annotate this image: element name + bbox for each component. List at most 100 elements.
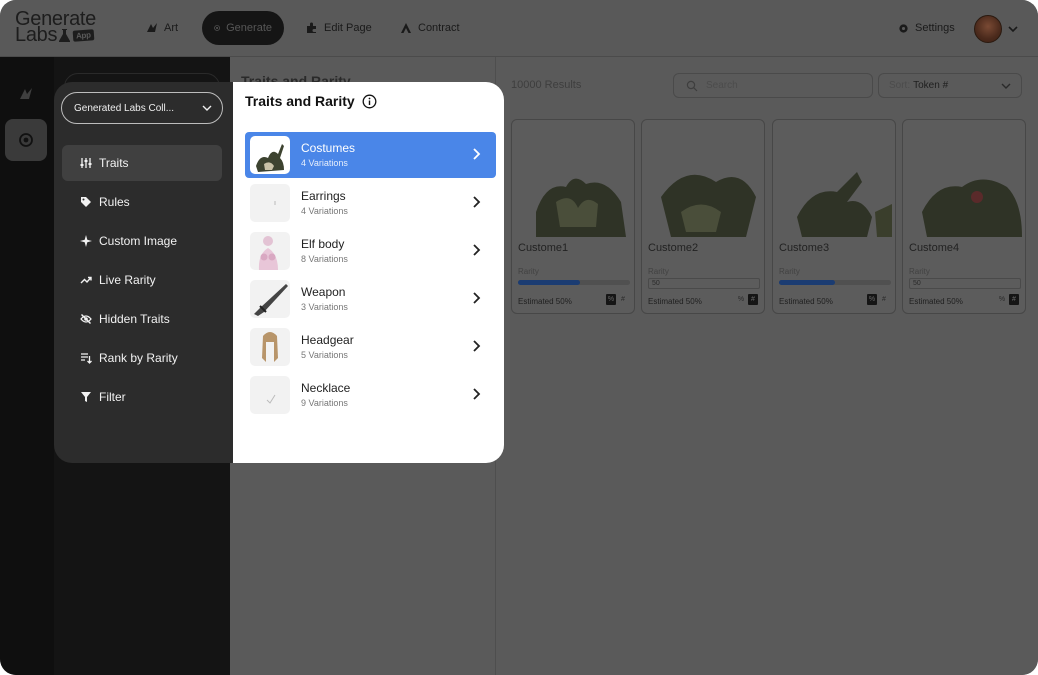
- rarity-input[interactable]: 50: [909, 278, 1021, 289]
- menu-item-traits[interactable]: Traits: [62, 145, 222, 181]
- menu-item-hidden-traits[interactable]: Hidden Traits: [62, 301, 222, 337]
- search-icon: [686, 80, 698, 91]
- menu-item-rules[interactable]: Rules: [62, 184, 222, 220]
- trait-row-elf-body[interactable]: Elf body 8 Variations: [245, 228, 496, 274]
- sliders-icon: [80, 158, 92, 168]
- armor-art: [922, 179, 1022, 237]
- sort-value: Token #: [913, 80, 949, 91]
- hash-toggle[interactable]: #: [618, 294, 628, 305]
- trait-name: Costumes: [301, 141, 356, 155]
- settings-label: Settings: [915, 22, 955, 34]
- nav-art[interactable]: Art: [134, 11, 190, 45]
- rail-generate-button[interactable]: [5, 119, 47, 161]
- rarity-slider[interactable]: [518, 280, 630, 285]
- top-header: Generate Labs App Art Generate Edit Page…: [0, 0, 1038, 57]
- gear-icon: [899, 23, 908, 33]
- card-name: Custome4: [909, 242, 960, 254]
- trait-variations: 9 Variations: [301, 398, 348, 408]
- puzzle-icon: [307, 22, 316, 33]
- necklace-thumb: [266, 394, 276, 404]
- percent-toggle[interactable]: %: [736, 294, 746, 305]
- trait-row-weapon[interactable]: Weapon 3 Variations: [245, 276, 496, 322]
- rail-art-button[interactable]: [5, 73, 47, 115]
- trait-row-necklace[interactable]: Necklace 9 Variations: [245, 372, 496, 418]
- traits-panel-title: Traits and Rarity: [245, 93, 377, 109]
- trait-name: Earrings: [301, 189, 346, 203]
- menu-item-label: Rules: [99, 195, 130, 209]
- nft-card[interactable]: Custome1 Rarity Estimated 50% % #: [511, 119, 635, 314]
- nft-card[interactable]: Custome4 Rarity 50 Estimated 50% % #: [902, 119, 1026, 314]
- sword-thumb: [254, 284, 288, 316]
- earring-thumb: [274, 201, 276, 205]
- sparkle-icon: [80, 235, 92, 247]
- settings-button[interactable]: Settings: [898, 22, 955, 34]
- app-badge: App: [72, 28, 95, 42]
- chevron-right-icon: [473, 196, 481, 208]
- estimate-text: Estimated 50%: [648, 297, 702, 306]
- hash-toggle[interactable]: #: [748, 294, 758, 305]
- chevron-down-icon[interactable]: [1007, 24, 1019, 34]
- trait-thumbnail: [250, 232, 290, 270]
- rarity-label: Rarity: [909, 267, 930, 276]
- collection-select[interactable]: Generated Labs Coll...: [61, 92, 223, 124]
- results-count: 10000 Results: [511, 79, 582, 91]
- elf-body-thumb: [258, 236, 278, 270]
- percent-toggle[interactable]: %: [997, 294, 1007, 305]
- trait-name: Weapon: [301, 285, 346, 299]
- menu-item-filter[interactable]: Filter: [62, 379, 222, 415]
- trait-row-costumes[interactable]: Costumes 4 Variations: [245, 132, 496, 178]
- nav-generate[interactable]: Generate: [202, 11, 284, 45]
- menu-item-live-rarity[interactable]: Live Rarity: [62, 262, 222, 298]
- trait-row-earrings[interactable]: Earrings 4 Variations: [245, 180, 496, 226]
- logo-line2: Labs: [15, 24, 58, 46]
- chevron-down-icon: [1001, 83, 1011, 89]
- collection-name: Generated Labs Coll...: [74, 102, 175, 114]
- rarity-input[interactable]: 50: [648, 278, 760, 289]
- chevron-down-icon: [202, 105, 212, 111]
- nft-card[interactable]: Custome2 Rarity 50 Estimated 50% % #: [641, 119, 765, 314]
- rarity-label: Rarity: [779, 267, 800, 276]
- chevron-right-icon: [473, 292, 481, 304]
- logo[interactable]: Generate Labs App: [15, 9, 96, 46]
- nav-contract[interactable]: Contract: [388, 11, 472, 45]
- sort-label: Sort:: [889, 80, 911, 91]
- armor-art: [797, 172, 892, 237]
- trend-up-icon: [80, 276, 92, 284]
- percent-toggle[interactable]: %: [867, 294, 877, 305]
- trait-thumbnail: [250, 376, 290, 414]
- menu-item-label: Traits: [99, 156, 129, 170]
- search-placeholder: Search: [706, 80, 738, 91]
- rarity-fill: [779, 280, 835, 285]
- menu-item-label: Custom Image: [99, 234, 178, 248]
- sort-select[interactable]: Sort: Token #: [878, 73, 1022, 98]
- nav-contract-label: Contract: [418, 22, 460, 34]
- estimate-text: Estimated 50%: [779, 297, 833, 306]
- armor-thumb: [256, 144, 284, 172]
- menu-item-rank-by-rarity[interactable]: Rank by Rarity: [62, 340, 222, 376]
- avatar[interactable]: [974, 15, 1002, 43]
- armor-art: [661, 174, 756, 237]
- card-name: Custome3: [779, 242, 830, 254]
- trait-name: Headgear: [301, 333, 354, 347]
- estimate-text: Estimated 50%: [518, 297, 572, 306]
- percent-toggle[interactable]: %: [606, 294, 616, 305]
- hash-toggle[interactable]: #: [879, 294, 889, 305]
- info-icon[interactable]: [362, 94, 377, 109]
- card-name: Custome2: [648, 242, 699, 254]
- nft-card[interactable]: Custome3 Rarity Estimated 50% % #: [772, 119, 896, 314]
- chevron-right-icon: [473, 388, 481, 400]
- menu-item-custom-image[interactable]: Custom Image: [62, 223, 222, 259]
- nav-art-label: Art: [164, 22, 179, 34]
- trait-thumbnail: [250, 280, 290, 318]
- trait-name: Elf body: [301, 237, 345, 251]
- hash-toggle[interactable]: #: [1009, 294, 1019, 305]
- search-input[interactable]: Search: [673, 73, 873, 98]
- trait-name: Necklace: [301, 381, 351, 395]
- chevron-right-icon: [473, 148, 481, 160]
- trait-row-headgear[interactable]: Headgear 5 Variations: [245, 324, 496, 370]
- rarity-slider[interactable]: [779, 280, 891, 285]
- trait-variations: 5 Variations: [301, 350, 348, 360]
- nav-edit-page[interactable]: Edit Page: [294, 11, 384, 45]
- sort-rank-icon: [81, 353, 92, 364]
- chevron-right-icon: [473, 340, 481, 352]
